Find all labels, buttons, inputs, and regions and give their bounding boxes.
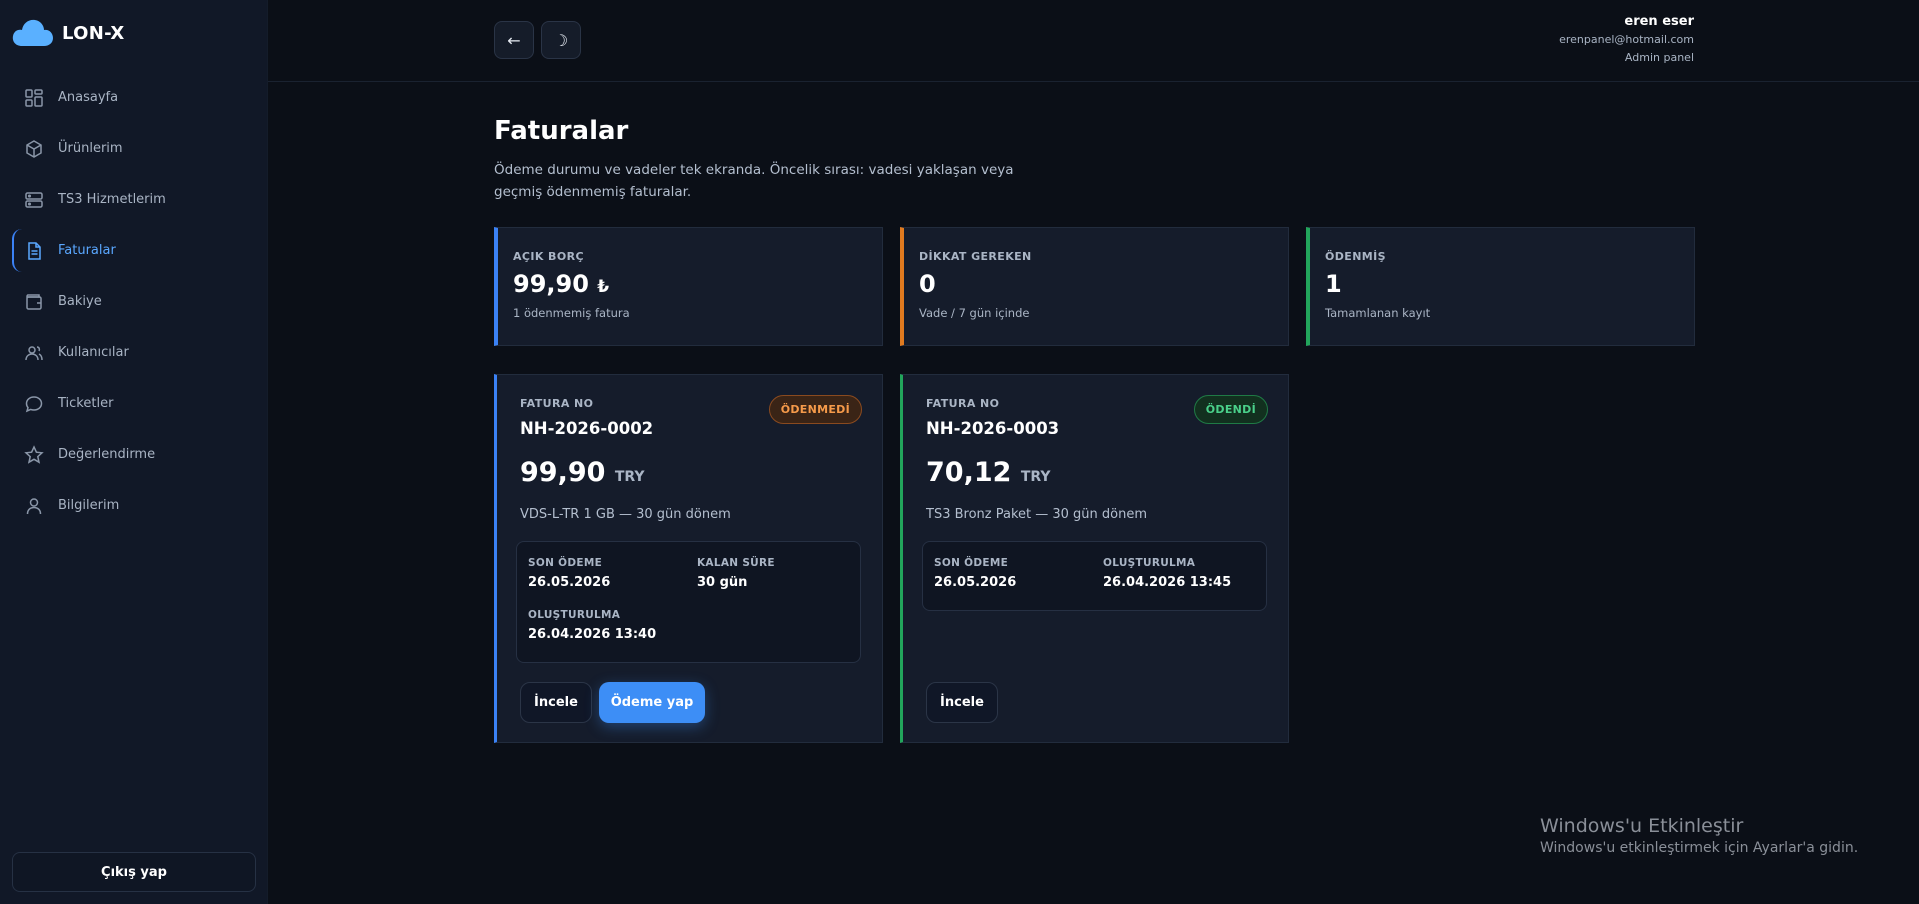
sidebar-item-label: Bakiye xyxy=(58,294,102,309)
moon-icon: ☽ xyxy=(553,30,569,50)
sidebar-item-bakiye[interactable]: Bakiye xyxy=(12,278,256,325)
cloud-icon xyxy=(12,19,53,46)
sidebar-item-label: Ticketler xyxy=(58,396,114,411)
amount-value: 70,12 xyxy=(926,457,1012,488)
sidebar-item-label: Anasayfa xyxy=(58,90,119,105)
stat-value: 99,90 ₺ xyxy=(513,270,882,298)
sidebar-nav: Anasayfa Ürünlerim TS3 Hizmetlerim Fatur… xyxy=(12,74,256,533)
invoice-card: FATURA NO NH-2026-0003 ÖDENDİ 70,12 TRY … xyxy=(900,374,1289,743)
stat-subtext: Vade / 7 gün içinde xyxy=(919,306,1030,320)
created-date: OLUŞTURULMA 26.04.2026 13:45 xyxy=(1103,557,1231,590)
stat-number: 99,90 xyxy=(513,270,589,298)
user-email: erenpanel@hotmail.com xyxy=(1559,33,1694,46)
sidebar-item-degerlendirme[interactable]: Değerlendirme xyxy=(12,431,256,478)
invoice-number-label: FATURA NO xyxy=(926,397,1000,410)
view-invoice-button[interactable]: İncele xyxy=(926,682,998,723)
user-role: Admin panel xyxy=(1624,51,1694,64)
created-date-value: 26.04.2026 13:40 xyxy=(528,627,657,642)
sidebar-item-bilgilerim[interactable]: Bilgilerim xyxy=(12,482,256,529)
created-date-label: OLUŞTURULMA xyxy=(528,609,621,621)
invoice-amount: 99,90 TRY xyxy=(520,457,645,488)
invoice-number: NH-2026-0003 xyxy=(926,419,1060,438)
due-date-value: 26.05.2026 xyxy=(528,575,611,590)
user-icon xyxy=(26,497,42,514)
invoice-description: VDS-L-TR 1 GB — 30 gün dönem xyxy=(520,507,731,522)
page-title: Faturalar xyxy=(494,116,629,146)
stat-subtext: 1 ödenmemiş fatura xyxy=(513,306,630,320)
watermark-title: Windows'u Etkinleştir xyxy=(1540,815,1744,837)
invoice-number: NH-2026-0002 xyxy=(520,419,654,438)
watermark-subtitle: Windows'u etkinleştirmek için Ayarlar'a … xyxy=(1540,840,1859,856)
sidebar: LON-X Anasayfa Ürünlerim TS3 Hizmetlerim… xyxy=(0,0,268,904)
invoice-card: FATURA NO NH-2026-0002 ÖDENMEDİ 99,90 TR… xyxy=(494,374,883,743)
sidebar-item-label: Ürünlerim xyxy=(58,141,123,156)
stat-subtext: Tamamlanan kayıt xyxy=(1325,306,1431,320)
amount-currency: TRY xyxy=(614,469,645,485)
status-badge-unpaid: ÖDENMEDİ xyxy=(768,395,862,424)
due-date: SON ÖDEME 26.05.2026 xyxy=(528,557,610,590)
stat-value: 1 xyxy=(1325,270,1342,298)
stat-label: ÖDENMİŞ xyxy=(1325,250,1386,263)
stat-card-open-debt: AÇIK BORÇ 99,90 ₺ 1 ödenmemiş fatura xyxy=(494,227,883,346)
view-invoice-button[interactable]: İncele xyxy=(520,682,592,723)
invoice-amount: 70,12 TRY xyxy=(926,457,1051,488)
sidebar-item-label: Kullanıcılar xyxy=(58,345,129,360)
arrow-left-icon: ← xyxy=(507,30,521,50)
invoice-details: SON ÖDEME 26.05.2026 OLUŞTURULMA 26.04.2… xyxy=(922,541,1267,611)
due-date-label: SON ÖDEME xyxy=(528,557,603,569)
status-badge-paid: ÖDENDİ xyxy=(1193,395,1268,424)
due-date-value: 26.05.2026 xyxy=(934,575,1017,590)
page-description: Ödeme durumu ve vadeler tek ekranda. Önc… xyxy=(494,162,1014,200)
sidebar-item-kullanicilar[interactable]: Kullanıcılar xyxy=(12,329,256,376)
stat-card-attention: DİKKAT GEREKEN 0 Vade / 7 gün içinde xyxy=(900,227,1289,346)
brand-name: LON-X xyxy=(62,22,125,44)
sidebar-item-label: Faturalar xyxy=(58,243,116,258)
logout-button[interactable]: Çıkış yap xyxy=(12,852,256,892)
remaining-time-value: 30 gün xyxy=(697,575,748,590)
stat-label: AÇIK BORÇ xyxy=(513,250,584,263)
pay-invoice-button[interactable]: Ödeme yap xyxy=(599,682,705,723)
document-icon xyxy=(28,241,41,260)
due-date-label: SON ÖDEME xyxy=(934,557,1009,569)
remaining-time: KALAN SÜRE 30 gün xyxy=(697,557,775,590)
stat-value: 0 xyxy=(919,270,936,298)
sidebar-item-ts3-hizmetlerim[interactable]: TS3 Hizmetlerim xyxy=(12,176,256,223)
wallet-icon xyxy=(26,293,42,310)
amount-value: 99,90 xyxy=(520,457,606,488)
sidebar-item-anasayfa[interactable]: Anasayfa xyxy=(12,74,256,121)
remaining-time-label: KALAN SÜRE xyxy=(697,557,775,569)
invoice-number-label: FATURA NO xyxy=(520,397,594,410)
sidebar-item-faturalar[interactable]: Faturalar xyxy=(12,227,256,274)
server-icon xyxy=(25,191,43,208)
invoice-details: SON ÖDEME 26.05.2026 KALAN SÜRE 30 gün O… xyxy=(516,541,861,663)
theme-toggle-button[interactable]: ☽ xyxy=(541,21,581,59)
due-date: SON ÖDEME 26.05.2026 xyxy=(934,557,1016,590)
sidebar-item-label: TS3 Hizmetlerim xyxy=(58,192,166,207)
stat-card-paid: ÖDENMİŞ 1 Tamamlanan kayıt xyxy=(1306,227,1695,346)
amount-currency: TRY xyxy=(1020,469,1051,485)
top-header: ← ☽ eren eser erenpanel@hotmail.com Admi… xyxy=(268,0,1919,82)
sidebar-item-ticketler[interactable]: Ticketler xyxy=(12,380,256,427)
sidebar-item-label: Değerlendirme xyxy=(58,447,156,462)
created-date-value: 26.04.2026 13:45 xyxy=(1103,575,1232,590)
chat-icon xyxy=(25,395,43,412)
currency-symbol: ₺ xyxy=(597,277,610,297)
star-icon xyxy=(24,444,44,464)
sidebar-item-urunlerim[interactable]: Ürünlerim xyxy=(12,125,256,172)
brand[interactable]: LON-X xyxy=(12,18,125,48)
back-button[interactable]: ← xyxy=(494,21,534,59)
created-date: OLUŞTURULMA 26.04.2026 13:40 xyxy=(528,609,656,642)
dashboard-icon xyxy=(25,88,43,107)
invoice-description: TS3 Bronz Paket — 30 gün dönem xyxy=(926,507,1148,522)
created-date-label: OLUŞTURULMA xyxy=(1103,557,1196,569)
stat-label: DİKKAT GEREKEN xyxy=(919,250,1032,263)
sidebar-item-label: Bilgilerim xyxy=(58,498,120,513)
users-icon xyxy=(25,345,43,360)
box-icon xyxy=(26,139,42,158)
user-info[interactable]: eren eser erenpanel@hotmail.com Admin pa… xyxy=(1559,13,1694,67)
user-name: eren eser xyxy=(1624,14,1694,29)
windows-activation-watermark: Windows'u Etkinleştir Windows'u etkinleş… xyxy=(1540,815,1858,856)
